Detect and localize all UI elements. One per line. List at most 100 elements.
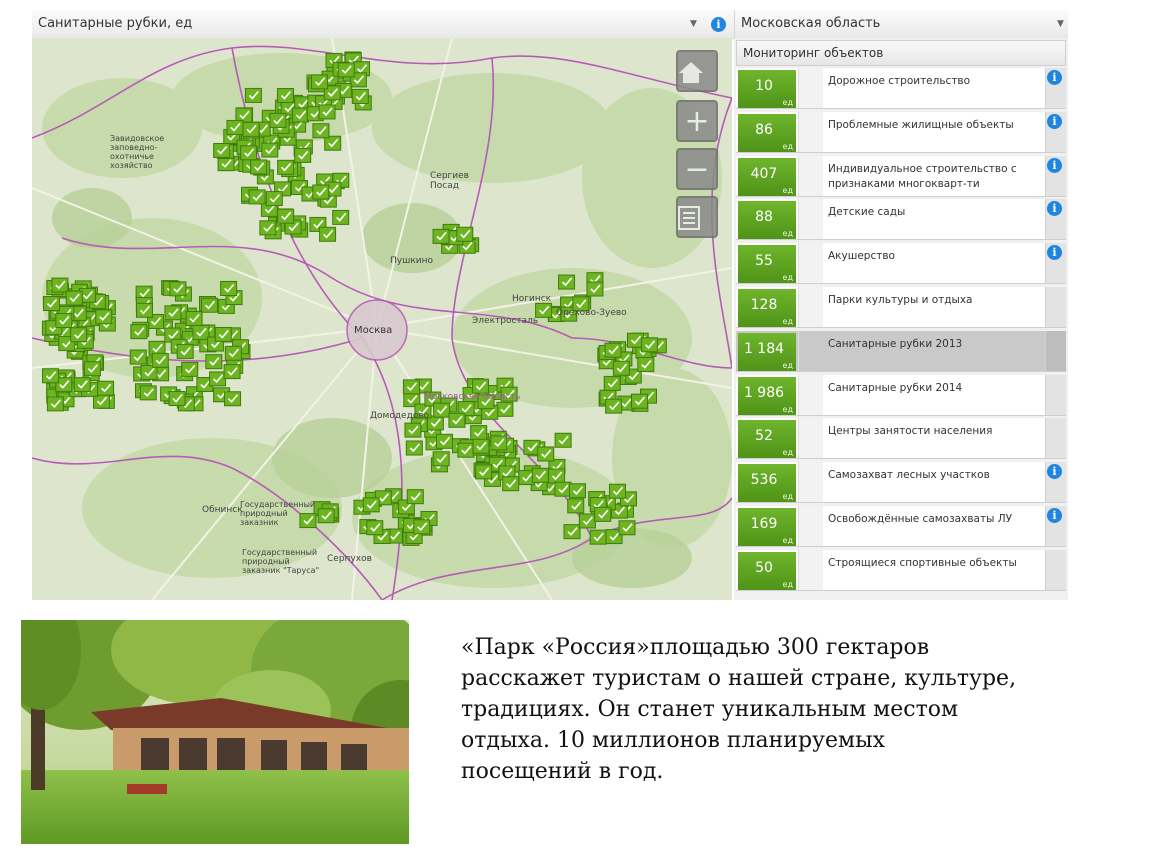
monitoring-item[interactable]: 52 ед Центры занятости населения — [736, 418, 1066, 460]
map-marker[interactable] — [51, 277, 69, 293]
map-marker[interactable] — [362, 497, 380, 513]
map-marker[interactable] — [448, 412, 466, 428]
legend-button[interactable] — [676, 196, 718, 238]
map-marker[interactable] — [269, 112, 287, 128]
map-marker[interactable] — [496, 401, 514, 417]
map-marker[interactable] — [220, 280, 238, 296]
map-marker[interactable] — [351, 88, 369, 104]
map-marker[interactable] — [294, 147, 312, 163]
map-marker[interactable] — [472, 438, 490, 454]
map-marker[interactable] — [42, 296, 60, 312]
map-marker[interactable] — [55, 313, 73, 329]
map-marker[interactable] — [612, 360, 630, 376]
map-marker[interactable] — [265, 191, 283, 207]
map-marker[interactable] — [205, 354, 223, 370]
map-marker[interactable] — [594, 506, 612, 522]
map-marker[interactable] — [608, 483, 626, 499]
monitoring-item[interactable]: 1 986 ед Санитарные рубки 2014 — [736, 374, 1066, 416]
map-marker[interactable] — [402, 379, 420, 395]
map-marker[interactable] — [259, 220, 277, 236]
map-marker[interactable] — [605, 398, 623, 414]
map-marker[interactable] — [46, 396, 64, 412]
zoom-in-button[interactable]: + — [676, 100, 718, 142]
map-marker[interactable] — [176, 343, 194, 359]
map-marker[interactable] — [337, 62, 355, 78]
map-marker[interactable] — [318, 104, 336, 120]
map-marker[interactable] — [65, 290, 83, 306]
map-marker[interactable] — [311, 74, 329, 90]
monitoring-item[interactable]: 128 ед Парки культуры и отдыха — [736, 287, 1066, 328]
map-view[interactable]: Москва Сергиев Посад Пушкино Ногинск Эле… — [32, 38, 732, 600]
map-marker[interactable] — [470, 425, 488, 441]
monitoring-item[interactable]: 1 184 ед Санитарные рубки 2013 — [736, 330, 1066, 372]
map-marker[interactable] — [404, 422, 422, 438]
map-marker[interactable] — [502, 476, 520, 492]
map-marker[interactable] — [73, 377, 91, 393]
map-marker[interactable] — [185, 310, 203, 326]
info-icon[interactable]: i — [1047, 113, 1062, 129]
info-icon[interactable]: i — [1047, 70, 1062, 85]
map-marker[interactable] — [242, 121, 260, 137]
monitoring-item[interactable]: 86 ед Проблемные жилищные объекты i — [736, 111, 1066, 153]
map-marker[interactable] — [129, 349, 147, 365]
map-marker[interactable] — [405, 440, 423, 456]
monitoring-item[interactable]: 55 ед Акушерство i — [736, 243, 1066, 285]
monitoring-item[interactable]: 10 ед Дорожное строительство i — [736, 68, 1066, 109]
map-marker[interactable] — [589, 529, 607, 545]
map-marker[interactable] — [432, 228, 450, 244]
map-marker[interactable] — [436, 433, 454, 449]
map-marker[interactable] — [277, 208, 295, 224]
map-marker[interactable] — [456, 226, 474, 242]
map-marker[interactable] — [578, 513, 596, 529]
map-marker[interactable] — [324, 135, 342, 151]
map-marker[interactable] — [637, 357, 655, 373]
map-marker[interactable] — [292, 107, 310, 123]
map-marker[interactable] — [139, 385, 157, 401]
map-marker[interactable] — [554, 481, 572, 497]
map-marker[interactable] — [332, 209, 350, 225]
map-marker[interactable] — [192, 324, 210, 340]
map-marker[interactable] — [641, 337, 659, 353]
map-marker[interactable] — [226, 119, 244, 135]
map-marker[interactable] — [224, 345, 242, 361]
region-select[interactable]: Московская область ▼ — [734, 10, 1068, 38]
map-marker[interactable] — [224, 391, 242, 407]
map-marker[interactable] — [248, 189, 266, 205]
map-marker[interactable] — [164, 305, 182, 321]
map-marker[interactable] — [603, 375, 621, 391]
map-marker[interactable] — [244, 87, 262, 103]
map-marker[interactable] — [213, 142, 231, 158]
map-marker[interactable] — [554, 432, 572, 448]
info-icon[interactable]: i — [1047, 157, 1062, 173]
monitoring-item[interactable]: 88 ед Детские сады i — [736, 199, 1066, 241]
map-marker[interactable] — [95, 309, 113, 325]
map-marker[interactable] — [558, 274, 576, 290]
map-marker[interactable] — [563, 524, 581, 540]
map-marker[interactable] — [366, 520, 384, 536]
map-marker[interactable] — [223, 364, 241, 380]
info-icon[interactable]: i — [1047, 508, 1062, 523]
map-marker[interactable] — [135, 302, 153, 318]
monitoring-item[interactable]: 50 ед Строящиеся спортивные объекты — [736, 549, 1066, 591]
map-marker[interactable] — [168, 391, 186, 407]
map-marker[interactable] — [250, 159, 268, 175]
map-marker[interactable] — [537, 446, 555, 462]
map-marker[interactable] — [214, 326, 232, 342]
map-marker[interactable] — [531, 467, 549, 483]
map-marker[interactable] — [130, 324, 148, 340]
map-marker[interactable] — [209, 371, 227, 387]
map-marker[interactable] — [181, 361, 199, 377]
layer-select[interactable]: Санитарные рубки, ед ▼ — [32, 10, 704, 38]
map-marker[interactable] — [151, 352, 169, 368]
map-marker[interactable] — [317, 508, 335, 524]
map-marker[interactable] — [618, 520, 636, 536]
map-marker[interactable] — [567, 498, 585, 514]
map-marker[interactable] — [630, 393, 648, 409]
map-marker[interactable] — [490, 435, 508, 451]
map-marker[interactable] — [83, 361, 101, 377]
info-icon[interactable]: i — [711, 17, 726, 32]
map-marker[interactable] — [432, 451, 450, 467]
map-marker[interactable] — [312, 184, 330, 200]
map-marker[interactable] — [276, 88, 294, 104]
home-button[interactable] — [676, 50, 718, 92]
